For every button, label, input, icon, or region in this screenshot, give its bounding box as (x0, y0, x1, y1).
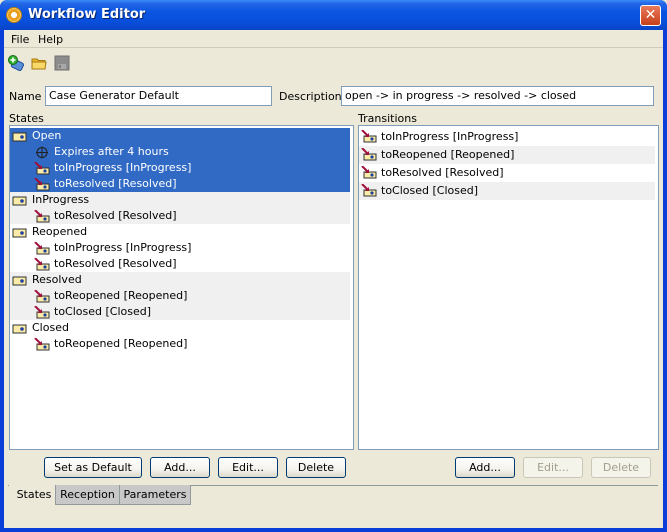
set-as-default-button[interactable]: Set as Default (44, 457, 142, 478)
description-input[interactable]: open -> in progress -> resolved -> close… (341, 86, 654, 106)
window-title: Workflow Editor (28, 7, 146, 22)
app-icon (6, 7, 22, 23)
node-label: Closed (32, 321, 69, 334)
menu-bar: File Help (4, 30, 663, 48)
delete-state-button[interactable]: Delete (286, 457, 346, 478)
transitions-header: Transitions (358, 112, 417, 125)
transition-node[interactable]: toClosed [Closed] (10, 304, 350, 320)
transition-list-item[interactable]: toClosed [Closed] (359, 182, 655, 200)
state-icon (12, 276, 27, 286)
transitions-list[interactable]: toInProgress [InProgress] toReopened [Reo… (358, 125, 659, 450)
transition-list-item[interactable]: toResolved [Resolved] (359, 164, 655, 182)
tab-reception[interactable]: Reception (55, 485, 120, 505)
state-icon (12, 324, 27, 334)
open-folder-icon[interactable] (31, 55, 47, 71)
transition-node[interactable]: toReopened [Reopened] (10, 336, 350, 352)
state-node[interactable]: InProgress (10, 192, 350, 208)
node-label: toInProgress [InProgress] (54, 161, 192, 174)
add-state-button[interactable]: Add... (150, 457, 210, 478)
states-tree[interactable]: Open Expires after 4 hours toInProgress [I… (9, 125, 354, 450)
node-label: toResolved [Resolved] (54, 177, 177, 190)
state-node[interactable]: Closed (10, 320, 350, 336)
transition-list-item[interactable]: toReopened [Reopened] (359, 146, 655, 164)
delete-transition-button[interactable]: Delete (591, 457, 651, 478)
menu-help[interactable]: Help (38, 33, 63, 46)
transition-list-item[interactable]: toInProgress [InProgress] (359, 128, 655, 146)
state-icon (12, 228, 27, 238)
timer-icon (36, 146, 48, 159)
transition-node[interactable]: toResolved [Resolved] (10, 256, 350, 272)
transition-node[interactable]: toReopened [Reopened] (10, 288, 350, 304)
transition-icon (34, 210, 50, 223)
transition-label: toInProgress [InProgress] (381, 130, 519, 143)
transition-label: toReopened [Reopened] (381, 148, 515, 161)
transition-label: toClosed [Closed] (381, 184, 479, 197)
description-label: Description (279, 90, 342, 103)
node-label: Open (32, 129, 62, 142)
close-button[interactable]: ✕ (640, 5, 661, 26)
workflow-editor-window: Workflow Editor ✕ File Help Name Case Ge… (0, 0, 667, 532)
node-label: toInProgress [InProgress] (54, 241, 192, 254)
state-node[interactable]: Resolved (10, 272, 350, 288)
node-label: toReopened [Reopened] (54, 337, 188, 350)
transition-icon (34, 290, 50, 303)
node-label: Reopened (32, 225, 88, 238)
transition-node[interactable]: toInProgress [InProgress] (10, 240, 350, 256)
transition-icon (34, 258, 50, 271)
node-label: Resolved (32, 273, 82, 286)
states-header: States (9, 112, 44, 125)
edit-transition-button[interactable]: Edit... (523, 457, 583, 478)
state-icon (12, 196, 27, 206)
node-label: toResolved [Resolved] (54, 209, 177, 222)
transition-icon (361, 166, 377, 179)
node-label: toClosed [Closed] (54, 305, 152, 318)
node-label: toReopened [Reopened] (54, 289, 188, 302)
transition-label: toResolved [Resolved] (381, 166, 504, 179)
transition-icon (361, 184, 377, 197)
state-icon (12, 132, 27, 142)
tab-parameters[interactable]: Parameters (119, 485, 191, 505)
transition-icon (34, 306, 50, 319)
title-bar[interactable]: Workflow Editor ✕ (0, 0, 667, 30)
node-label: toResolved [Resolved] (54, 257, 177, 270)
node-label: InProgress (32, 193, 90, 206)
transition-icon (34, 162, 50, 175)
transition-node[interactable]: toResolved [Resolved] (10, 208, 350, 224)
save-disk-icon[interactable] (54, 55, 70, 71)
transition-icon (34, 242, 50, 255)
name-label: Name (9, 90, 42, 103)
transition-node[interactable]: toInProgress [InProgress] (10, 160, 350, 176)
tab-states[interactable]: States (9, 485, 59, 505)
transition-node[interactable]: toResolved [Resolved] (10, 176, 350, 192)
client-area: File Help Name Case Generator Default De… (4, 30, 663, 528)
transition-icon (34, 178, 50, 191)
edit-state-button[interactable]: Edit... (218, 457, 278, 478)
node-label: Expires after 4 hours (54, 145, 169, 158)
transition-icon (34, 338, 50, 351)
add-transition-button[interactable]: Add... (455, 457, 515, 478)
transition-icon (361, 148, 377, 161)
state-node[interactable]: Reopened (10, 224, 350, 240)
menu-file[interactable]: File (11, 33, 29, 46)
name-input[interactable]: Case Generator Default (45, 86, 272, 106)
timer-node[interactable]: Expires after 4 hours (10, 144, 350, 160)
state-node[interactable]: Open (10, 128, 350, 144)
new-workflow-icon[interactable] (8, 55, 24, 71)
transition-icon (361, 130, 377, 143)
